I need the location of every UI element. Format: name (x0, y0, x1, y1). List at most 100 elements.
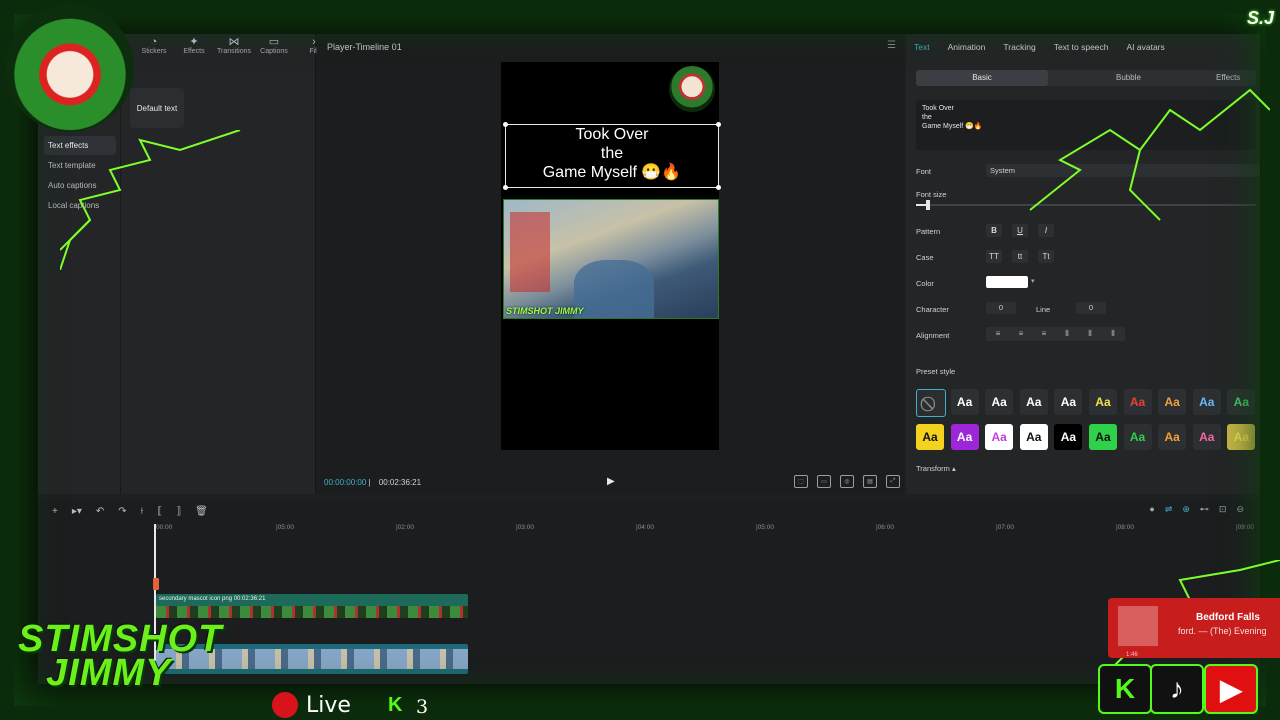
mic-icon[interactable]: ● (1149, 504, 1154, 515)
tab-tracking[interactable]: Tracking (1003, 42, 1035, 52)
ruler-tick: 00:00 (156, 524, 173, 531)
timecode: 00:00:00:00 | 00:02:36:21 (324, 478, 422, 487)
preset-style-15[interactable]: Aa (1088, 423, 1117, 450)
lowercase-button[interactable]: tt (1012, 250, 1028, 263)
snap-icon[interactable]: ⊷ (1200, 504, 1209, 515)
gameplay-video-clip[interactable]: STIMSHOT JIMMY (503, 199, 719, 319)
preview-icon[interactable]: ⊡ (1219, 504, 1227, 515)
bold-button[interactable]: B (986, 224, 1002, 237)
current-time: 00:00:00:00 (324, 478, 367, 487)
live-indicator: Live (272, 692, 351, 718)
preset-style-11[interactable]: Aa (950, 423, 979, 450)
align-center-icon[interactable]: ≡ (1013, 329, 1029, 339)
preset-style-9[interactable]: Aa (1227, 389, 1256, 415)
kick-icon: K (388, 694, 403, 716)
alignment-buttons: ≡ ≡ ≡ ⦀ ⦀ ⦀ (986, 327, 1125, 341)
tab-captions[interactable]: ▭ Captions (258, 36, 290, 55)
slider-thumb[interactable] (926, 200, 930, 210)
corner-logo: S.J (1246, 8, 1274, 28)
split-icon[interactable]: ⟊ (141, 506, 144, 517)
trim-left-icon[interactable]: ⟦ (157, 506, 162, 517)
transform-section[interactable]: Transform ▴ (916, 464, 956, 473)
mascot-track-clip[interactable]: secondary mascot icon png 00:02:36:21 (156, 594, 468, 618)
song-title: Bedford Falls (1196, 612, 1260, 623)
color-picker[interactable] (986, 276, 1028, 288)
preset-style-10[interactable]: Aa (916, 423, 944, 450)
preset-style-13[interactable]: Aa (1019, 423, 1048, 450)
player-menu-icon[interactable]: ☰ (887, 40, 896, 51)
player-controls: ⬚ ▭ ◎ ▤ ⤢ (794, 475, 900, 488)
resize-handle[interactable] (503, 122, 508, 127)
preset-style-6[interactable]: Aa (1123, 389, 1152, 415)
preset-style-1[interactable]: Aa (950, 389, 979, 415)
preset-style-8[interactable]: Aa (1192, 389, 1221, 415)
align-left-icon[interactable]: ≡ (990, 329, 1006, 339)
preset-style-17[interactable]: Aa (1158, 423, 1187, 450)
playhead-handle[interactable] (153, 578, 159, 590)
tab-ai-avatars[interactable]: AI avatars (1127, 42, 1165, 52)
ruler-tick: |07:00 (996, 524, 1014, 531)
play-button[interactable]: ▶ (607, 476, 615, 487)
trim-right-icon[interactable]: ⟧ (176, 506, 181, 517)
pattern-label: Pattern (916, 227, 941, 236)
line-label: Line (1036, 305, 1051, 314)
line-spacing-input[interactable]: 0 (1076, 302, 1106, 314)
chevron-down-icon[interactable]: ▾ (1031, 277, 1035, 285)
snapshot-icon[interactable]: ◎ (840, 475, 854, 488)
default-text-card[interactable]: Default text (130, 88, 184, 128)
resize-handle[interactable] (716, 122, 721, 127)
preset-style-14[interactable]: Aa (1054, 423, 1083, 450)
streamer-brand: STIMSHOT JIMMY (18, 618, 223, 694)
tiktok-logo-icon: ♪ (1150, 664, 1204, 714)
align-bottom-icon[interactable]: ⦀ (1105, 329, 1121, 339)
tab-stickers[interactable]: ◔ Stickers (138, 36, 170, 55)
preset-style-3[interactable]: Aa (1019, 389, 1048, 415)
ruler-tick: |02:00 (396, 524, 414, 531)
tab-text[interactable]: Text (914, 42, 930, 52)
align-right-icon[interactable]: ≡ (1036, 329, 1052, 339)
preset-style-7[interactable]: Aa (1158, 389, 1187, 415)
preset-style-2[interactable]: Aa (985, 389, 1014, 415)
timeline-ruler[interactable]: 00:00 |05:00 |02:00 |03:00 |04:00 |05:00 |06:0… (156, 524, 1260, 534)
preset-style-12[interactable]: Aa (985, 423, 1014, 450)
transitions-icon: ⋈ (228, 36, 240, 48)
align-top-icon[interactable]: ⦀ (1059, 329, 1075, 339)
uppercase-button[interactable]: TT (986, 250, 1002, 263)
crop-icon[interactable]: ⬚ (794, 475, 808, 488)
ruler-tick: |09:00 (1236, 524, 1254, 531)
preset-style-18[interactable]: Aa (1192, 423, 1221, 450)
tab-effects[interactable]: ✦ Effects (178, 36, 210, 55)
redo-icon[interactable]: ↷ (118, 506, 126, 517)
select-tool-icon[interactable]: ▸▾ (72, 506, 82, 517)
character-spacing-input[interactable]: 0 (986, 302, 1016, 314)
preset-none[interactable]: ⃠ (916, 389, 946, 417)
ratio-icon[interactable]: ▭ (817, 475, 831, 488)
text-overlay-box[interactable]: Took Over the Game Myself 😷🔥 (503, 122, 721, 190)
song-artist: ford. — (The) Evening (1178, 626, 1267, 636)
tab-text-to-speech[interactable]: Text to speech (1054, 42, 1109, 52)
delete-icon[interactable]: 🗑 (195, 506, 208, 517)
timeline-toolbar: + ▸▾ ↶ ↷ ⟊ ⟦ ⟧ 🗑 (38, 500, 1260, 522)
tab-animation[interactable]: Animation (948, 42, 986, 52)
preset-style-16[interactable]: Aa (1123, 423, 1152, 450)
zoom-out-icon[interactable]: ⊖ (1236, 504, 1244, 515)
align-middle-icon[interactable]: ⦀ (1082, 329, 1098, 339)
titlecase-button[interactable]: Tt (1038, 250, 1054, 263)
fullscreen-icon[interactable]: ⤢ (886, 475, 900, 488)
resize-handle[interactable] (716, 185, 721, 190)
preset-style-4[interactable]: Aa (1054, 389, 1083, 415)
resize-handle[interactable] (503, 185, 508, 190)
quality-icon[interactable]: ▤ (863, 475, 877, 488)
ruler-tick: |03:00 (516, 524, 534, 531)
preview-canvas[interactable]: Took Over the Game Myself 😷🔥 STIMSHOT JI… (501, 62, 721, 450)
ruler-tick: |04:00 (636, 524, 654, 531)
preset-style-19[interactable]: Aa (1227, 423, 1256, 450)
player-title: Player-Timeline 01 (327, 42, 402, 52)
tab-transitions[interactable]: ⋈ Transitions (217, 36, 251, 55)
stickers-icon: ◔ (150, 36, 158, 48)
add-icon[interactable]: + (52, 506, 58, 517)
preset-style-5[interactable]: Aa (1088, 389, 1117, 415)
magnet-icon[interactable]: ⊕ (1182, 504, 1190, 515)
link-icon[interactable]: ⇌ (1165, 504, 1173, 515)
undo-icon[interactable]: ↶ (96, 506, 104, 517)
